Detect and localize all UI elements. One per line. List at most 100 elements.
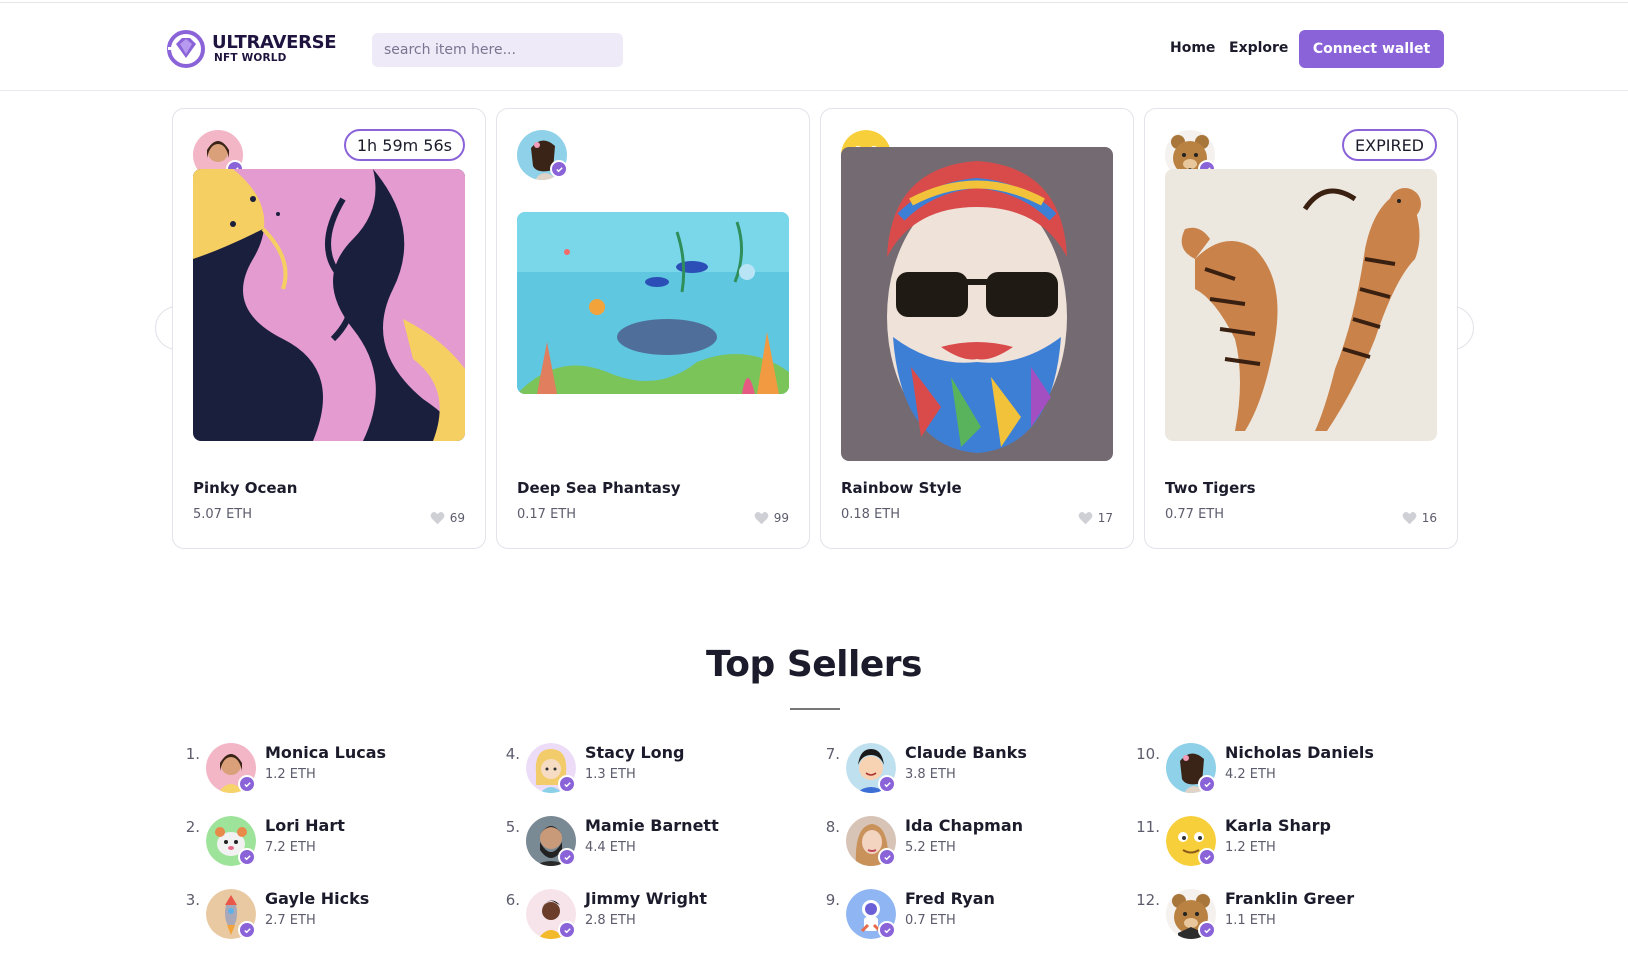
nft-card[interactable]: EXPIRED Two Tigers 0.77 ETH 16 [1144,108,1458,549]
seller-item[interactable]: 6. Jimmy Wright 2.8 ETH [496,889,796,945]
likes[interactable]: 69 [430,511,465,525]
likes[interactable]: 17 [1078,511,1113,525]
nft-title[interactable]: Pinky Ocean [193,479,297,497]
seller-eth: 5.2 ETH [905,840,956,855]
seller-item[interactable]: 12. Franklin Greer 1.1 ETH [1136,889,1436,945]
verified-badge-icon [550,160,568,178]
nft-title[interactable]: Two Tigers [1165,479,1256,497]
seller-eth: 0.7 ETH [905,913,956,928]
verified-badge-icon [558,775,576,793]
seller-eth: 7.2 ETH [265,840,316,855]
connect-wallet-button[interactable]: Connect wallet [1299,30,1444,68]
seller-rank: 1. [185,745,200,763]
nft-card[interactable]: Deep Sea Phantasy 0.17 ETH 99 [496,108,810,549]
nft-card[interactable]: 1h 59m 56s Pinky Ocean 5.07 ETH 69 [172,108,486,549]
seller-item[interactable]: 1. Monica Lucas 1.2 ETH [176,743,476,799]
verified-badge-icon [878,921,896,939]
nav-home[interactable]: Home [1170,40,1215,56]
header: ULTRAVERSE NFT WORLD Home Explore Connec… [0,3,1628,91]
seller-eth: 2.8 ETH [585,913,636,928]
nft-price: 5.07 ETH [193,507,253,522]
seller-name[interactable]: Gayle Hicks [265,889,369,908]
seller-rank: 4. [505,745,520,763]
seller-rank: 10. [1136,745,1160,763]
seller-name[interactable]: Stacy Long [585,743,684,762]
seller-name[interactable]: Nicholas Daniels [1225,743,1374,762]
seller-name[interactable]: Karla Sharp [1225,816,1331,835]
seller-eth: 4.2 ETH [1225,767,1276,782]
seller-eth: 1.2 ETH [1225,840,1276,855]
likes-count: 17 [1097,511,1113,525]
seller-item[interactable]: 10. Nicholas Daniels 4.2 ETH [1136,743,1436,799]
seller-eth: 4.4 ETH [585,840,636,855]
nft-title[interactable]: Rainbow Style [841,479,962,497]
logo-title: ULTRAVERSE [212,32,337,54]
seller-name[interactable]: Mamie Barnett [585,816,719,835]
logo[interactable]: ULTRAVERSE NFT WORLD [166,29,346,69]
seller-rank: 5. [505,818,520,836]
likes-count: 16 [1421,511,1437,525]
seller-name[interactable]: Fred Ryan [905,889,995,908]
seller-eth: 1.1 ETH [1225,913,1276,928]
seller-eth: 2.7 ETH [265,913,316,928]
seller-item[interactable]: 4. Stacy Long 1.3 ETH [496,743,796,799]
nft-price: 0.17 ETH [517,507,577,522]
seller-name[interactable]: Jimmy Wright [585,889,707,908]
nft-title[interactable]: Deep Sea Phantasy [517,479,681,497]
seller-eth: 1.2 ETH [265,767,316,782]
seller-name[interactable]: Franklin Greer [1225,889,1354,908]
seller-item[interactable]: 7. Claude Banks 3.8 ETH [816,743,1116,799]
seller-eth: 1.3 ETH [585,767,636,782]
seller-rank: 11. [1136,818,1160,836]
seller-item[interactable]: 11. Karla Sharp 1.2 ETH [1136,816,1436,872]
search-input[interactable] [372,33,623,67]
likes[interactable]: 99 [754,511,789,525]
verified-badge-icon [558,848,576,866]
seller-item[interactable]: 8. Ida Chapman 5.2 ETH [816,816,1116,872]
countdown-timer: 1h 59m 56s [343,129,465,161]
likes[interactable]: 16 [1402,511,1437,525]
verified-badge-icon [1198,775,1216,793]
heart-icon [430,512,445,525]
heart-icon [1402,512,1417,525]
heart-icon [1078,512,1093,525]
seller-name[interactable]: Claude Banks [905,743,1027,762]
tigers-art-image[interactable] [1165,169,1437,441]
seller-rank: 2. [185,818,200,836]
section-title: Top Sellers [706,644,922,685]
verified-badge-icon [878,848,896,866]
seller-name[interactable]: Ida Chapman [905,816,1023,835]
logo-subtitle: NFT WORLD [214,52,287,65]
seller-item[interactable]: 5. Mamie Barnett 4.4 ETH [496,816,796,872]
verified-badge-icon [238,848,256,866]
likes-count: 69 [449,511,465,525]
nft-price: 0.18 ETH [841,507,901,522]
seller-rank: 12. [1136,891,1160,909]
seller-rank: 7. [825,745,840,763]
bearded-man-art-image[interactable] [841,147,1113,461]
nft-price: 0.77 ETH [1165,507,1225,522]
verified-badge-icon [238,921,256,939]
auction-status: EXPIRED [1342,129,1437,161]
marble-art-image[interactable] [193,169,465,441]
underwater-art-image[interactable] [517,212,789,394]
seller-rank: 8. [825,818,840,836]
verified-badge-icon [238,775,256,793]
verified-badge-icon [558,921,576,939]
diamond-logo-icon [167,30,205,68]
likes-count: 99 [773,511,789,525]
seller-item[interactable]: 2. Lori Hart 7.2 ETH [176,816,476,872]
verified-badge-icon [1198,848,1216,866]
verified-badge-icon [1198,921,1216,939]
seller-rank: 9. [825,891,840,909]
seller-item[interactable]: 3. Gayle Hicks 2.7 ETH [176,889,476,945]
nav-explore[interactable]: Explore [1229,40,1288,56]
title-divider [790,708,840,710]
seller-name[interactable]: Lori Hart [265,816,345,835]
nft-card[interactable]: Rainbow Style 0.18 ETH 17 [820,108,1134,549]
seller-rank: 6. [505,891,520,909]
seller-rank: 3. [185,891,200,909]
seller-name[interactable]: Monica Lucas [265,743,386,762]
heart-icon [754,512,769,525]
seller-item[interactable]: 9. Fred Ryan 0.7 ETH [816,889,1116,945]
